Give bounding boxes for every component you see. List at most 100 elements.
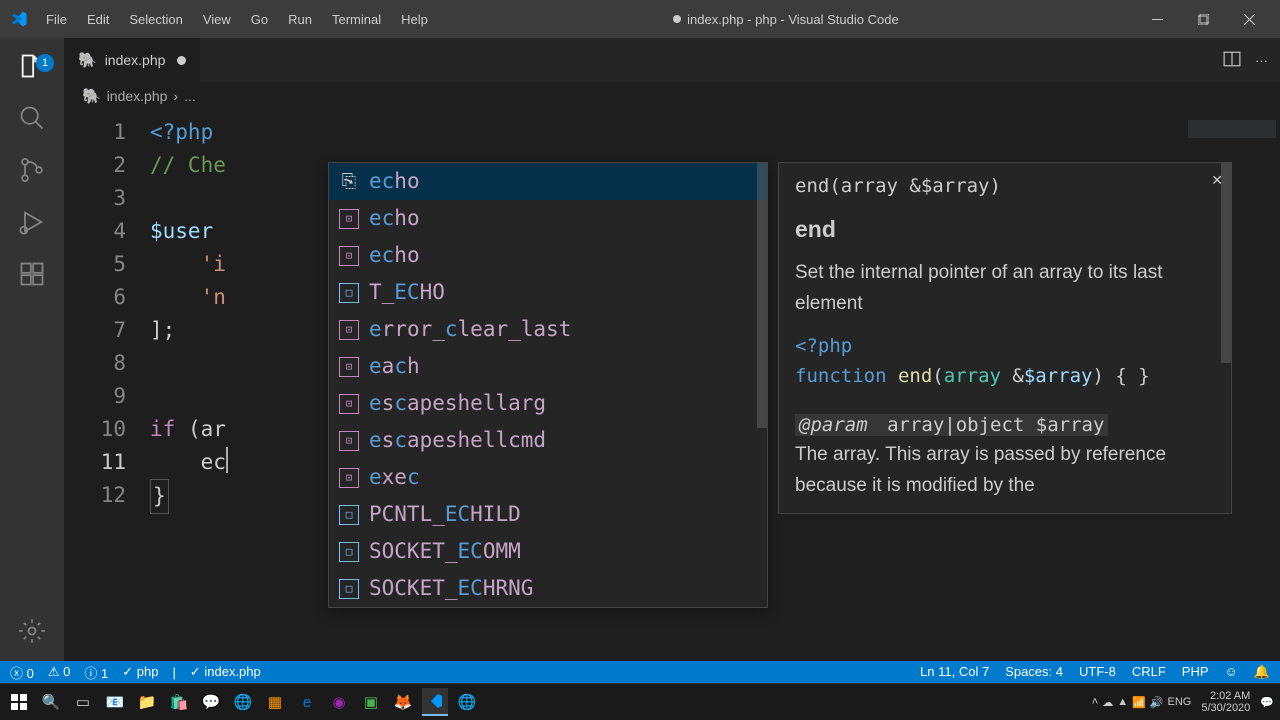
tab-filename: index.php — [105, 52, 166, 68]
maximize-button[interactable] — [1180, 0, 1226, 38]
source-control-icon[interactable] — [18, 156, 46, 184]
menu-go[interactable]: Go — [241, 6, 278, 33]
store-icon[interactable]: 🛍️ — [166, 688, 192, 716]
editor-tabs: 🐘 index.php ··· — [64, 38, 1280, 82]
settings-gear-icon[interactable] — [18, 617, 46, 645]
suggestion-item[interactable]: □T_ECHO — [329, 274, 767, 311]
menu-selection[interactable]: Selection — [119, 6, 192, 33]
activity-bar: 1 — [0, 38, 64, 661]
chrome-running-icon[interactable]: 🌐 — [454, 688, 480, 716]
edge-icon[interactable]: e — [294, 688, 320, 716]
code-editor[interactable]: 123 456 789 101112 <?php // Che $user 'i… — [64, 110, 1280, 661]
titlebar: File Edit Selection View Go Run Terminal… — [0, 0, 1280, 38]
modified-dot-icon — [673, 15, 681, 23]
suggestion-item[interactable]: ⊡echo — [329, 237, 767, 274]
search-icon[interactable] — [18, 104, 46, 132]
suggestion-item[interactable]: ⊡error_clear_last — [329, 311, 767, 348]
signature-name: end — [795, 211, 1215, 248]
snippet-icon: ⎘ — [339, 172, 359, 192]
clock[interactable]: 2:02 AM 5/30/2020 — [1195, 690, 1256, 714]
menu-help[interactable]: Help — [391, 6, 438, 33]
chrome-icon[interactable]: 🌐 — [230, 688, 256, 716]
status-check-php[interactable]: ✓ php — [122, 664, 158, 680]
encoding[interactable]: UTF-8 — [1079, 664, 1116, 680]
firefox-icon[interactable]: 🦊 — [390, 688, 416, 716]
suggestion-item[interactable]: □PCNTL_ECHILD — [329, 496, 767, 533]
status-errors[interactable]: ⓧ 0 — [10, 663, 34, 682]
status-check-file[interactable]: ✓ index.php — [190, 664, 261, 680]
file-explorer-icon[interactable]: 📁 — [134, 688, 160, 716]
tray-expand-icon[interactable]: ˄ — [1092, 696, 1098, 708]
security-icon[interactable]: ▲ — [1117, 696, 1128, 708]
menu-bar: File Edit Selection View Go Run Terminal… — [36, 6, 438, 33]
menu-view[interactable]: View — [193, 6, 241, 33]
documentation-popup: ✕ end(array &$array) end Set the interna… — [778, 162, 1232, 514]
suggestion-widget: ⎘echo⊡echo⊡echo□T_ECHO⊡error_clear_last⊡… — [328, 162, 768, 608]
more-actions-icon[interactable]: ··· — [1255, 53, 1268, 68]
wifi-icon[interactable]: 📶 — [1132, 696, 1146, 709]
run-debug-icon[interactable] — [18, 208, 46, 236]
function-icon: ⊡ — [339, 468, 359, 488]
minimize-button[interactable] — [1134, 0, 1180, 38]
discord-icon[interactable]: 💬 — [198, 688, 224, 716]
suggestion-item[interactable]: ⊡exec — [329, 459, 767, 496]
close-button[interactable] — [1226, 0, 1272, 38]
signature-line: end(array &$array) — [795, 171, 1215, 201]
status-bar: ⓧ 0 ⚠ 0 ⓘ 1 ✓ php | ✓ index.php Ln 11, C… — [0, 661, 1280, 683]
indentation[interactable]: Spaces: 4 — [1005, 664, 1063, 680]
menu-edit[interactable]: Edit — [77, 6, 119, 33]
app-icon-1[interactable]: ◉ — [326, 688, 352, 716]
menu-terminal[interactable]: Terminal — [322, 6, 391, 33]
menu-run[interactable]: Run — [278, 6, 322, 33]
php-file-icon: 🐘 — [82, 87, 101, 105]
suggestion-item[interactable]: □SOCKET_ECHRNG — [329, 570, 767, 607]
app-icon-2[interactable]: ▣ — [358, 688, 384, 716]
sublime-icon[interactable]: ▦ — [262, 688, 288, 716]
vscode-logo-icon — [10, 10, 28, 28]
notification-center-icon[interactable]: 💬 — [1260, 696, 1274, 709]
start-button[interactable] — [6, 688, 32, 716]
volume-icon[interactable]: 🔊 — [1150, 696, 1164, 709]
system-tray: ˄ ☁ ▲ 📶 🔊 ENG 2:02 AM 5/30/2020 💬 — [1092, 690, 1274, 714]
suggestion-item[interactable]: ⊡echo — [329, 200, 767, 237]
eol[interactable]: CRLF — [1132, 664, 1166, 680]
line-gutter: 123 456 789 101112 — [64, 110, 150, 661]
cursor-position[interactable]: Ln 11, Col 7 — [920, 664, 989, 680]
suggestion-item[interactable]: ⊡escapeshellcmd — [329, 422, 767, 459]
suggestion-item[interactable]: □SOCKET_ECOMM — [329, 533, 767, 570]
function-icon: ⊡ — [339, 431, 359, 451]
explorer-badge: 1 — [36, 54, 54, 72]
suggestion-item[interactable]: ⊡each — [329, 348, 767, 385]
function-icon: ⊡ — [339, 320, 359, 340]
window-title: index.php - php - Visual Studio Code — [438, 12, 1134, 27]
constant-icon: □ — [339, 579, 359, 599]
tab-index-php[interactable]: 🐘 index.php — [64, 38, 200, 82]
feedback-icon[interactable]: ☺ — [1225, 664, 1238, 680]
language-icon[interactable]: ENG — [1168, 696, 1192, 708]
search-taskbar-icon[interactable]: 🔍 — [38, 688, 64, 716]
cloud-icon[interactable]: ☁ — [1102, 696, 1113, 709]
status-warnings[interactable]: ⚠ 0 — [48, 664, 71, 680]
language-mode[interactable]: PHP — [1182, 664, 1209, 680]
vscode-taskbar-icon[interactable] — [422, 688, 448, 716]
tab-modified-dot-icon — [177, 56, 186, 65]
menu-file[interactable]: File — [36, 6, 77, 33]
breadcrumbs[interactable]: 🐘 index.php › ... — [64, 82, 1280, 110]
notifications-icon[interactable]: 🔔 — [1254, 664, 1270, 680]
doc-scrollbar[interactable] — [1221, 163, 1231, 363]
suggestion-item[interactable]: ⎘echo — [329, 163, 767, 200]
extensions-icon[interactable] — [18, 260, 46, 288]
mail-app-icon[interactable]: 📧 — [102, 688, 128, 716]
suggest-scrollbar[interactable] — [757, 163, 767, 428]
status-info[interactable]: ⓘ 1 — [84, 663, 108, 682]
function-icon: ⊡ — [339, 394, 359, 414]
task-view-icon[interactable]: ▭ — [70, 688, 96, 716]
split-editor-icon[interactable] — [1223, 50, 1241, 71]
windows-taskbar: 🔍 ▭ 📧 📁 🛍️ 💬 🌐 ▦ e ◉ ▣ 🦊 🌐 ˄ ☁ ▲ 📶 🔊 ENG… — [0, 683, 1280, 720]
php-file-icon: 🐘 — [78, 51, 97, 69]
constant-icon: □ — [339, 283, 359, 303]
function-icon: ⊡ — [339, 246, 359, 266]
window-controls — [1134, 0, 1272, 38]
suggestion-item[interactable]: ⊡escapeshellarg — [329, 385, 767, 422]
function-icon: ⊡ — [339, 209, 359, 229]
